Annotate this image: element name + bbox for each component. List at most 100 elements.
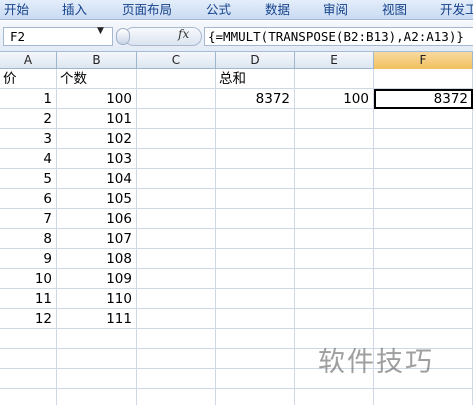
cell-a12[interactable]: 11	[0, 289, 57, 309]
cell-a8[interactable]: 7	[0, 209, 57, 229]
tab-page-layout[interactable]: 页面布局	[122, 0, 172, 20]
cell-c15[interactable]	[137, 349, 216, 369]
cell-e2[interactable]: 100	[295, 89, 374, 109]
cell-a11[interactable]: 10	[0, 269, 57, 289]
cell-b12[interactable]: 110	[57, 289, 137, 309]
cell-a17[interactable]	[0, 389, 57, 405]
cell-f5[interactable]	[374, 149, 473, 169]
cell-f12[interactable]	[374, 289, 473, 309]
cell-b4[interactable]: 102	[57, 129, 137, 149]
cell-a1[interactable]: 价	[0, 69, 57, 89]
cell-d12[interactable]	[216, 289, 295, 309]
cell-b11[interactable]: 109	[57, 269, 137, 289]
insert-function-icon[interactable]: fx	[178, 27, 189, 41]
cell-b7[interactable]: 105	[57, 189, 137, 209]
cell-c3[interactable]	[137, 109, 216, 129]
cell-c2[interactable]	[137, 89, 216, 109]
cell-d3[interactable]	[216, 109, 295, 129]
cell-d13[interactable]	[216, 309, 295, 329]
cell-d15[interactable]	[216, 349, 295, 369]
cell-b16[interactable]	[57, 369, 137, 389]
cell-e9[interactable]	[295, 229, 374, 249]
cell-d14[interactable]	[216, 329, 295, 349]
cell-f13[interactable]	[374, 309, 473, 329]
name-box-dropdown-icon[interactable]: ▼	[97, 26, 104, 36]
cell-e17[interactable]	[295, 389, 374, 405]
cell-c10[interactable]	[137, 249, 216, 269]
cell-e10[interactable]	[295, 249, 374, 269]
cell-a13[interactable]: 12	[0, 309, 57, 329]
tab-home[interactable]: 开始	[4, 0, 29, 20]
cell-d9[interactable]	[216, 229, 295, 249]
cell-d7[interactable]	[216, 189, 295, 209]
tab-formulas[interactable]: 公式	[206, 0, 231, 20]
column-header-c[interactable]: C	[137, 52, 216, 69]
cell-d4[interactable]	[216, 129, 295, 149]
tab-view[interactable]: 视图	[382, 0, 407, 20]
cell-a6[interactable]: 5	[0, 169, 57, 189]
cell-c12[interactable]	[137, 289, 216, 309]
cell-a2[interactable]: 1	[0, 89, 57, 109]
cell-f11[interactable]	[374, 269, 473, 289]
cell-c13[interactable]	[137, 309, 216, 329]
cell-c4[interactable]	[137, 129, 216, 149]
tab-data[interactable]: 数据	[265, 0, 290, 20]
cell-f9[interactable]	[374, 229, 473, 249]
cell-b6[interactable]: 104	[57, 169, 137, 189]
cell-e5[interactable]	[295, 149, 374, 169]
cell-b17[interactable]	[57, 389, 137, 405]
cell-a5[interactable]: 4	[0, 149, 57, 169]
cell-e1[interactable]	[295, 69, 374, 89]
cell-e4[interactable]	[295, 129, 374, 149]
cell-d10[interactable]	[216, 249, 295, 269]
cell-d6[interactable]	[216, 169, 295, 189]
cell-f2[interactable]: 8372	[374, 89, 473, 109]
cell-f1[interactable]	[374, 69, 473, 89]
cell-d17[interactable]	[216, 389, 295, 405]
cell-c1[interactable]	[137, 69, 216, 89]
cell-a4[interactable]: 3	[0, 129, 57, 149]
cell-c7[interactable]	[137, 189, 216, 209]
cell-f7[interactable]	[374, 189, 473, 209]
cell-b2[interactable]: 100	[57, 89, 137, 109]
cell-e12[interactable]	[295, 289, 374, 309]
cell-f8[interactable]	[374, 209, 473, 229]
cell-c6[interactable]	[137, 169, 216, 189]
cell-e8[interactable]	[295, 209, 374, 229]
cell-a9[interactable]: 8	[0, 229, 57, 249]
tab-developer[interactable]: 开发工	[440, 0, 473, 20]
cell-e6[interactable]	[295, 169, 374, 189]
cell-c5[interactable]	[137, 149, 216, 169]
cell-f17[interactable]	[374, 389, 473, 405]
cell-c17[interactable]	[137, 389, 216, 405]
cell-c8[interactable]	[137, 209, 216, 229]
column-header-f[interactable]: F	[374, 52, 473, 69]
cell-a16[interactable]	[0, 369, 57, 389]
cell-f4[interactable]	[374, 129, 473, 149]
column-header-d[interactable]: D	[216, 52, 295, 69]
cell-b10[interactable]: 108	[57, 249, 137, 269]
cell-a14[interactable]	[0, 329, 57, 349]
cell-a10[interactable]: 9	[0, 249, 57, 269]
cell-e13[interactable]	[295, 309, 374, 329]
cell-e7[interactable]	[295, 189, 374, 209]
cell-d5[interactable]	[216, 149, 295, 169]
cell-b8[interactable]: 106	[57, 209, 137, 229]
cell-a7[interactable]: 6	[0, 189, 57, 209]
cell-d16[interactable]	[216, 369, 295, 389]
cell-b13[interactable]: 111	[57, 309, 137, 329]
cell-c16[interactable]	[137, 369, 216, 389]
cell-c14[interactable]	[137, 329, 216, 349]
cell-d11[interactable]	[216, 269, 295, 289]
cell-d2[interactable]: 8372	[216, 89, 295, 109]
formula-input[interactable]: {=MMULT(TRANSPOSE(B2:B13),A2:A13)}	[204, 27, 473, 46]
cell-c9[interactable]	[137, 229, 216, 249]
cell-a15[interactable]	[0, 349, 57, 369]
cell-d1[interactable]: 总和	[216, 69, 295, 89]
cell-e3[interactable]	[295, 109, 374, 129]
column-header-b[interactable]: B	[57, 52, 137, 69]
tab-review[interactable]: 审阅	[323, 0, 348, 20]
cell-f6[interactable]	[374, 169, 473, 189]
cell-b9[interactable]: 107	[57, 229, 137, 249]
cell-f10[interactable]	[374, 249, 473, 269]
